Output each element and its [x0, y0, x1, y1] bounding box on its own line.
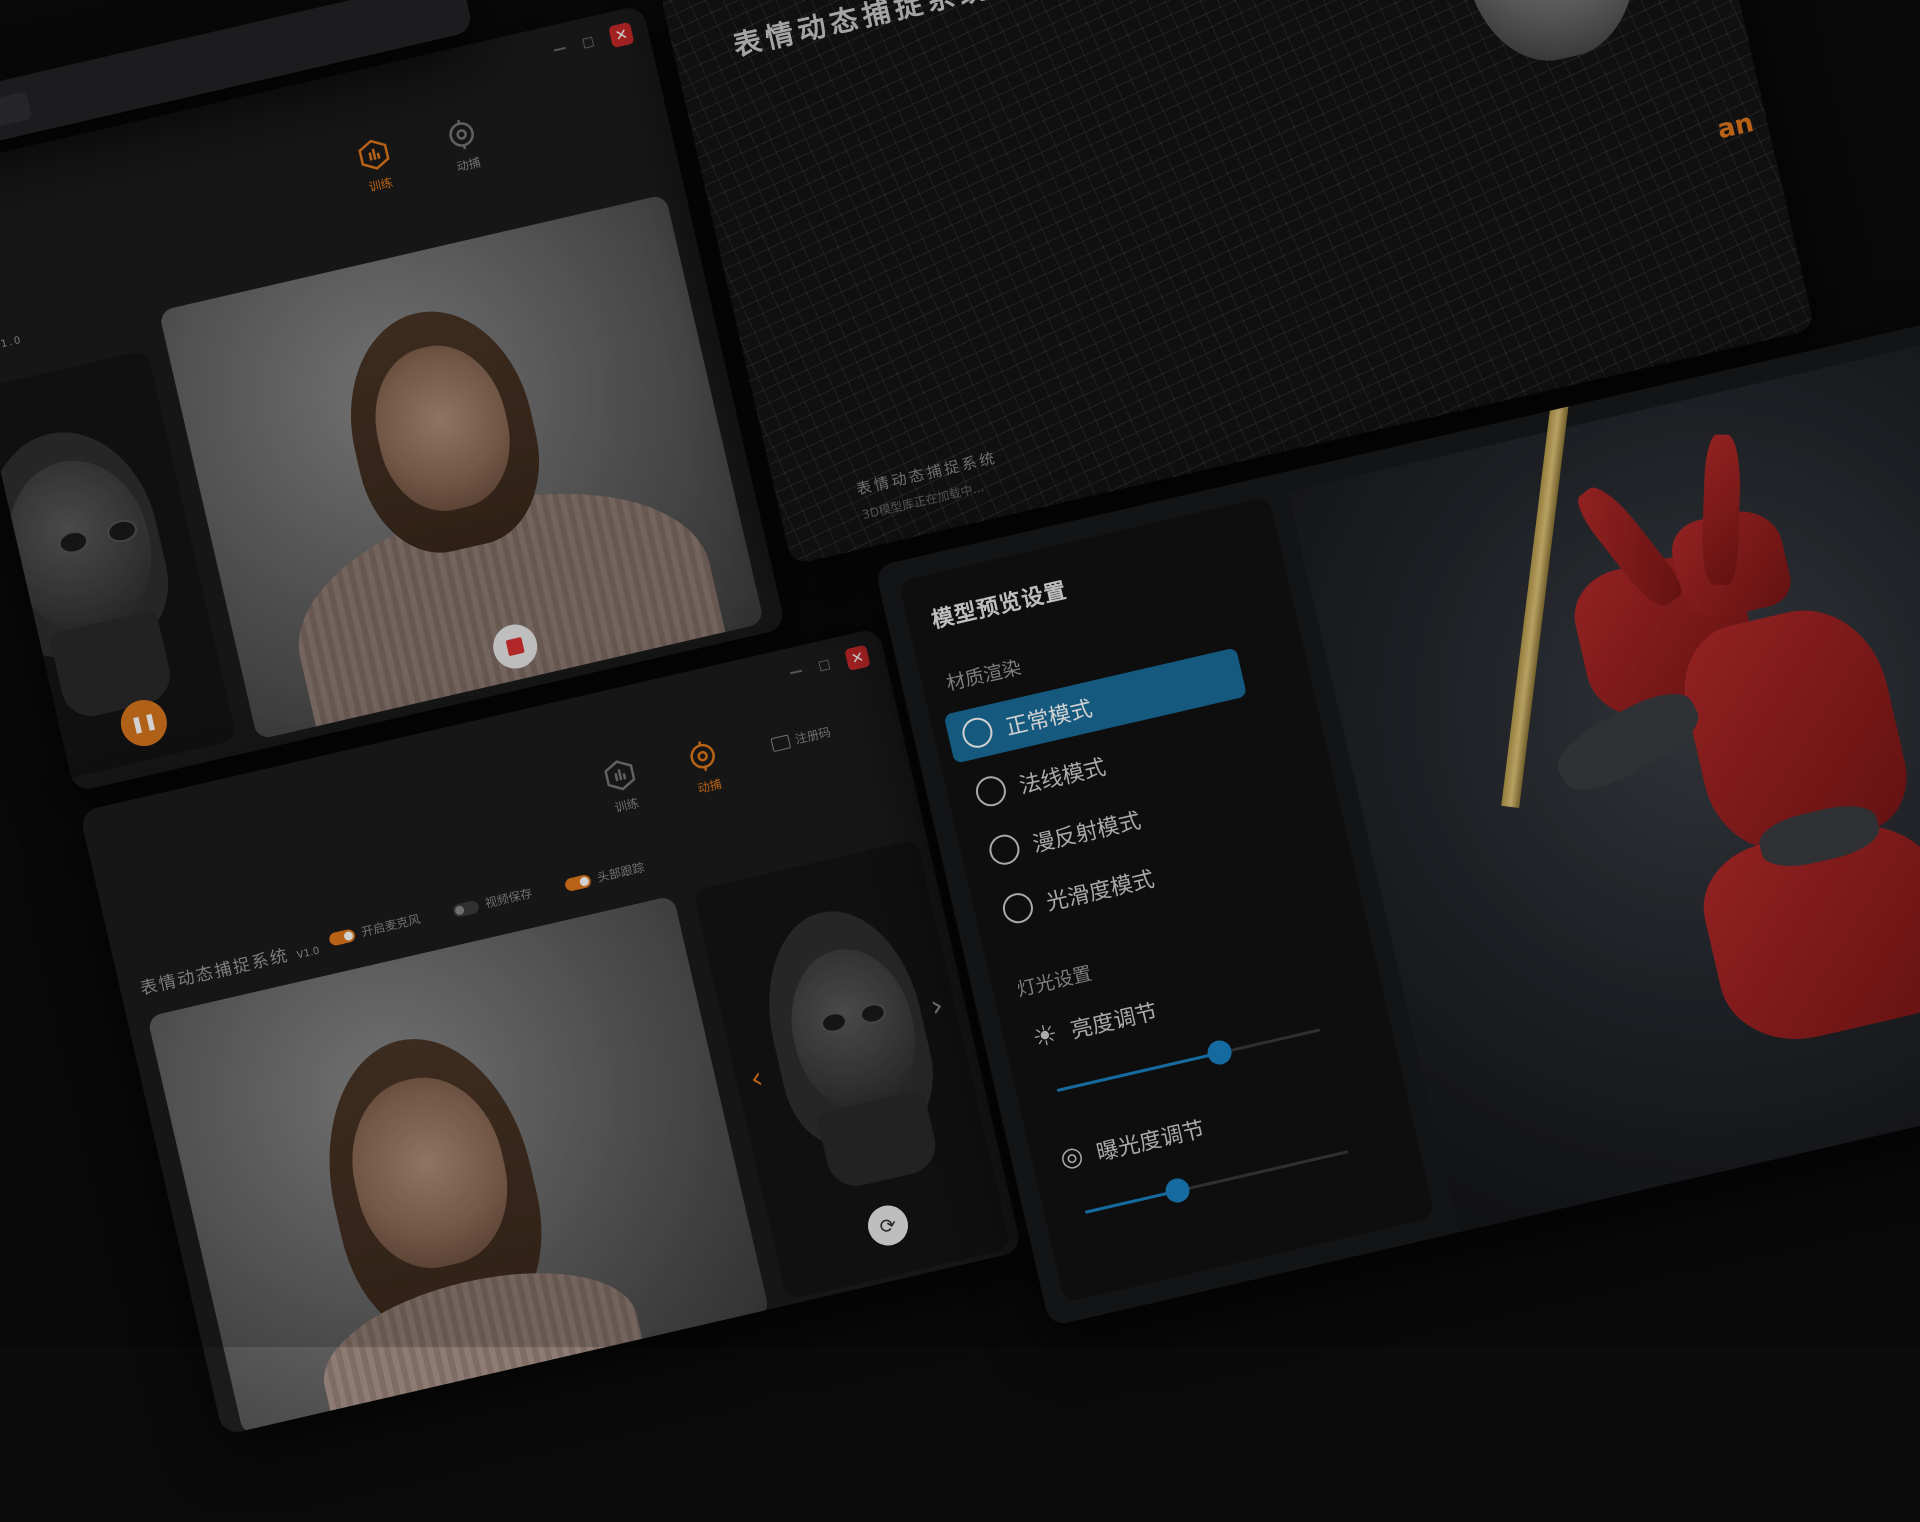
minimize-button[interactable]	[553, 46, 567, 52]
toggle-video-save[interactable]: 视频保存	[451, 884, 534, 919]
light-section-label: 灯光设置	[1014, 962, 1094, 1002]
nav-tab-capture-2[interactable]: 动捕	[665, 733, 746, 802]
robot-wing-2	[1700, 434, 1742, 586]
smoothness-icon	[999, 890, 1036, 927]
collage-stage: ✕ 训练 动捕 V1.0 ❚❚ ✕ 训练 动捕 注册码 表情动态捕捉系统 V1.…	[0, 0, 1920, 1522]
aperture-icon: ◎	[1057, 1140, 1087, 1175]
toggle-microphone[interactable]: 开启麦克风	[327, 910, 422, 947]
window-controls: ✕	[552, 21, 635, 61]
exposure-row: ◎ 曝光度调节	[1041, 1071, 1345, 1187]
mode-smoothness-label: 光滑度模式	[1043, 867, 1157, 917]
nav-tab-training[interactable]: 训练	[336, 131, 417, 200]
nav-tab-training-label: 训练	[367, 175, 395, 195]
wireframe-face-profile	[1438, 0, 1656, 76]
diffuse-icon	[986, 831, 1023, 868]
target-icon	[683, 737, 721, 775]
nav-tab-training-2-label: 训练	[613, 795, 641, 816]
mode-diffuse-label: 漫反射模式	[1030, 808, 1144, 858]
normal-icon	[972, 773, 1009, 810]
window-controls-2: ✕	[788, 644, 871, 684]
settings-title: 模型预览设置	[929, 578, 1070, 634]
toggle-switch[interactable]	[328, 928, 357, 947]
hexagon-bars-icon	[355, 136, 393, 174]
maximize-button-2[interactable]	[818, 659, 831, 672]
nav-tab-capture-label: 动捕	[455, 155, 482, 175]
nav-tab-capture[interactable]: 动捕	[424, 111, 505, 180]
sun-icon: ☀	[1028, 1016, 1061, 1055]
exposure-slider-fill	[1084, 1189, 1178, 1214]
rotate-button[interactable]: ⟳	[864, 1201, 912, 1250]
toggle-switch[interactable]	[451, 899, 481, 919]
version-label: V1.0	[0, 334, 24, 353]
cube-circle-icon	[959, 714, 996, 751]
brightness-label: 亮度调节	[1068, 999, 1160, 1045]
nav-tab-training-2[interactable]: 训练	[582, 752, 663, 821]
register-code-button[interactable]: 注册码	[770, 723, 832, 753]
toggle-head-tracking[interactable]: 头部跟踪	[563, 858, 646, 893]
robot-sword	[1501, 378, 1572, 808]
target-icon	[442, 115, 480, 153]
training-window: ✕ 训练 动捕 V1.0 ❚❚	[0, 4, 787, 793]
hexagon-bars-icon	[601, 756, 639, 794]
brightness-slider-knob[interactable]	[1205, 1038, 1235, 1067]
mode-normal-label: 正常模式	[1003, 696, 1095, 741]
close-button[interactable]: ✕	[608, 21, 635, 49]
toggle-switch[interactable]	[563, 873, 593, 893]
register-code-label: 注册码	[793, 724, 833, 747]
maximize-button[interactable]	[582, 36, 595, 49]
brand-mark: an	[1714, 108, 1757, 146]
loading-title: 表情动态捕捉系统	[730, 0, 995, 63]
tab-mina[interactable]: 米娜	[0, 91, 33, 139]
chevron-right-icon[interactable]: ›	[927, 988, 947, 1025]
material-section-label: 材质渲染	[944, 656, 1024, 696]
minimize-button-2[interactable]	[790, 669, 803, 675]
exposure-slider-knob[interactable]	[1162, 1176, 1192, 1205]
close-button-2[interactable]: ✕	[844, 644, 871, 672]
nav-tab-capture-2-label: 动捕	[696, 776, 723, 796]
keypad-icon	[770, 733, 792, 752]
chevron-left-icon[interactable]: ‹	[747, 1060, 767, 1097]
brightness-slider-fill	[1056, 1051, 1221, 1093]
exposure-label: 曝光度调节	[1094, 1117, 1208, 1167]
mode-normal-map-label: 法线模式	[1016, 755, 1109, 800]
camera-feed	[158, 194, 765, 740]
